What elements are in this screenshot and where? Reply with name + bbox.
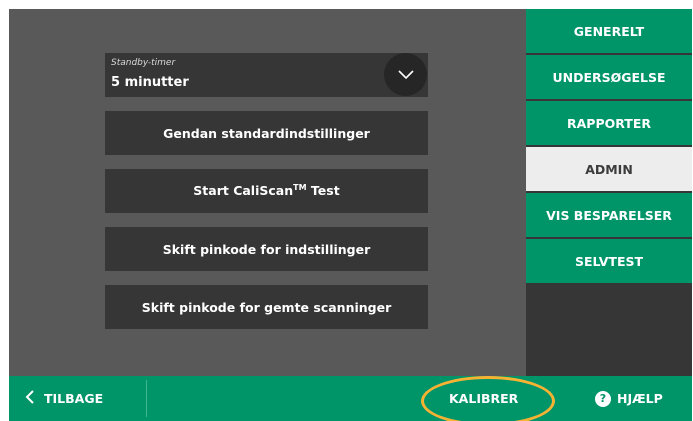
back-label: TILBAGE [44,391,104,406]
footer-bar: TILBAGE KALIBRER ? HJÆLP [9,376,692,421]
tab-rapporter[interactable]: RAPPORTER [526,101,692,145]
tab-undersogelse[interactable]: UNDERSØGELSE [526,55,692,99]
tab-selvtest[interactable]: SELVTEST [526,239,692,283]
chevron-left-icon [25,390,34,407]
back-button[interactable]: TILBAGE [25,376,103,421]
caliscan-label: Start CaliScanTM Test [193,183,340,199]
admin-content-area: Standby-timer 5 minutter Gendan standard… [9,9,526,376]
footer-divider [146,380,147,417]
help-label: HJÆLP [617,391,663,406]
calibrate-highlight-ring [421,376,555,421]
chevron-down-icon[interactable] [384,53,427,96]
device-screen: Standby-timer 5 minutter Gendan standard… [9,9,692,421]
settings-sidebar: GENERELT UNDERSØGELSE RAPPORTER ADMIN VI… [526,9,692,376]
restore-defaults-label: Gendan standardindstillinger [163,125,370,141]
change-saved-scans-pin-label: Skift pinkode for gemte scanninger [141,299,392,315]
start-caliscan-test-button[interactable]: Start CaliScanTM Test [105,169,428,213]
tab-generelt[interactable]: GENERELT [526,9,692,53]
standby-timer-value: 5 minutter [111,75,189,90]
standby-timer-dropdown[interactable]: Standby-timer 5 minutter [105,53,428,97]
change-saved-scans-pin-button[interactable]: Skift pinkode for gemte scanninger [105,285,428,329]
help-icon: ? [595,390,611,407]
tab-vis-besparelser[interactable]: VIS BESPARELSER [526,193,692,237]
tab-admin[interactable]: ADMIN [526,147,692,191]
change-settings-pin-button[interactable]: Skift pinkode for indstillinger [105,227,428,271]
change-settings-pin-label: Skift pinkode for indstillinger [162,241,371,257]
help-button[interactable]: ? HJÆLP [595,376,663,421]
standby-timer-label: Standby-timer [111,58,176,68]
restore-defaults-button[interactable]: Gendan standardindstillinger [105,111,428,155]
